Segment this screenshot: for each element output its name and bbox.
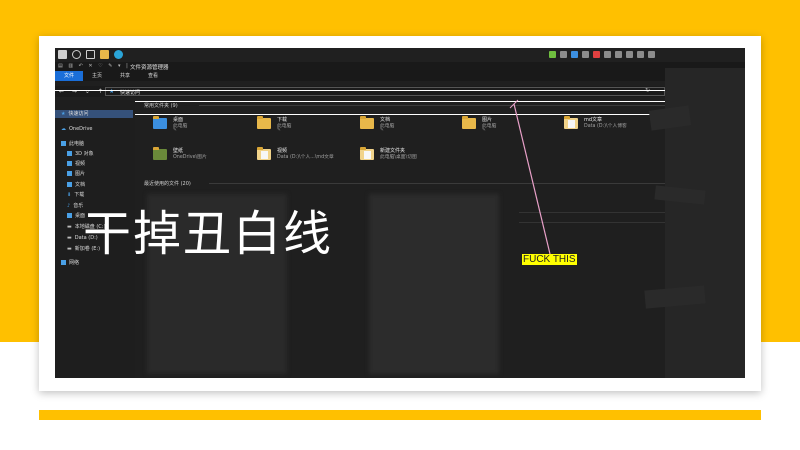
overlay-headline: 干掉丑白线 (83, 206, 334, 262)
annotation-callout: FUCK THIS (522, 254, 577, 265)
slide: ▤ ▥ ↶ ✕ ♡ ✎ ▾ | 文件资源管理器 文件 主页 共享 查看 ← → … (0, 0, 800, 450)
annotation-line (513, 103, 551, 255)
annotation-tick (509, 99, 519, 109)
